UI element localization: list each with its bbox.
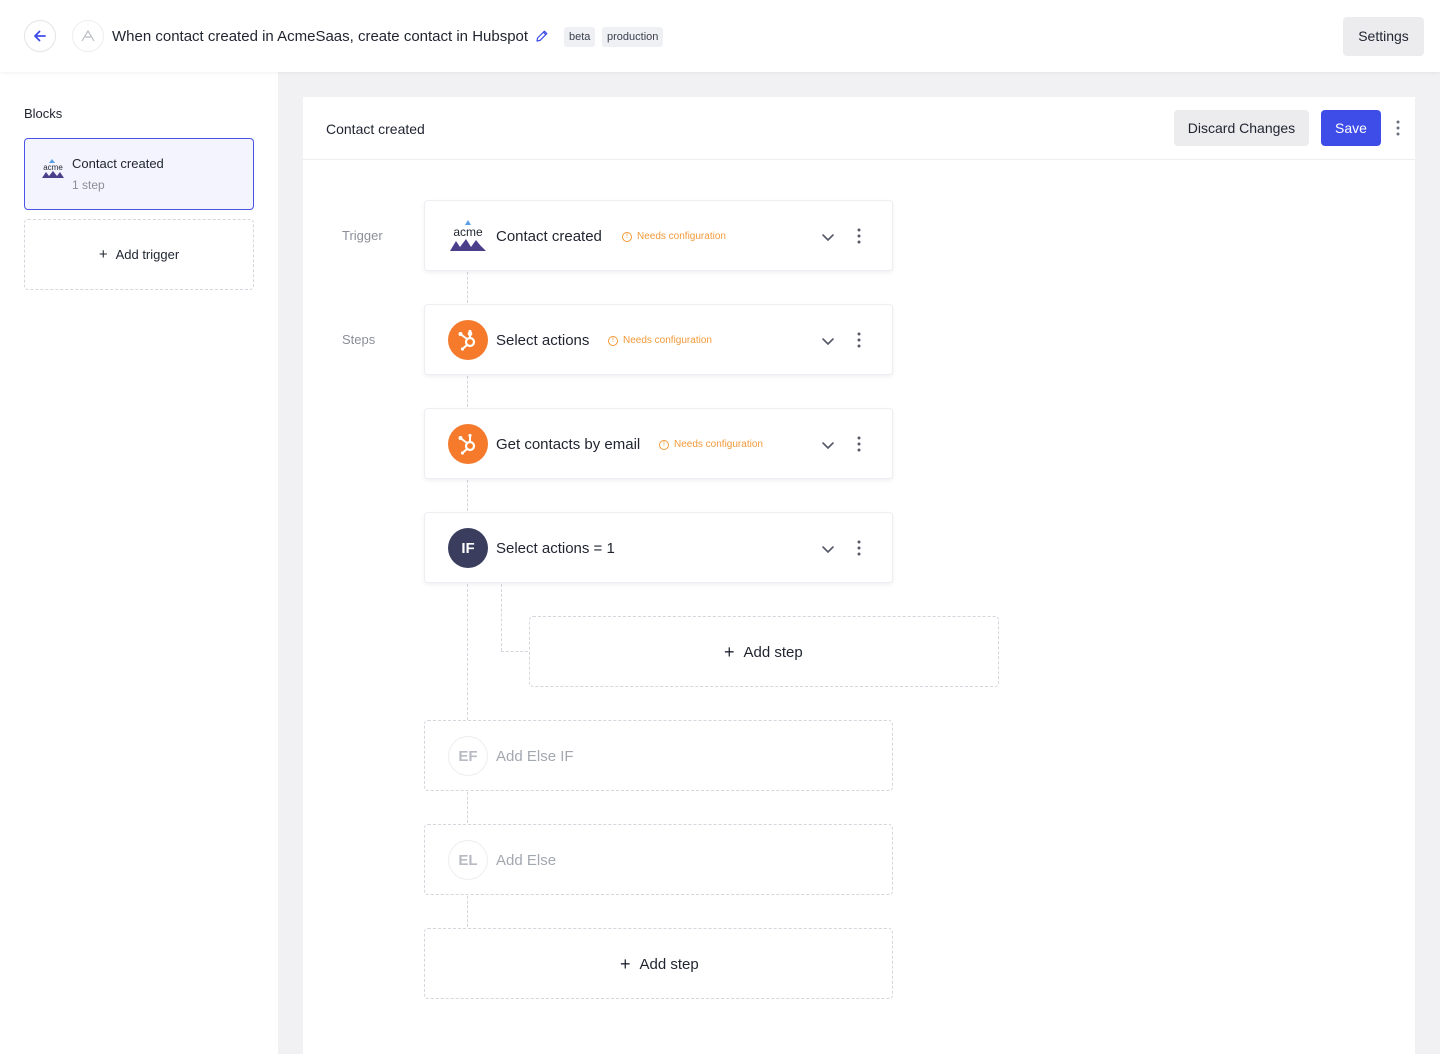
info-icon: !	[622, 231, 632, 242]
info-icon: !	[608, 335, 618, 346]
add-step-text: Add step	[639, 956, 699, 973]
connector-line	[467, 272, 468, 303]
trigger-step-card[interactable]: acme Contact created ! Needs configurati…	[424, 200, 893, 271]
plus-icon: +	[620, 954, 631, 974]
blocks-sidebar: Blocks acme Contact created 1 step + Add…	[0, 72, 278, 1054]
condition-card-if[interactable]: IF Select actions = 1	[424, 512, 893, 583]
more-options-icon[interactable]	[856, 332, 862, 348]
trigger-label: Trigger	[342, 228, 383, 243]
more-options-icon[interactable]	[856, 540, 862, 556]
mountain-icon	[81, 30, 95, 42]
chevron-down-icon[interactable]	[821, 230, 835, 244]
add-else-if-label: Add Else IF	[496, 748, 574, 765]
workflow-title: When contact created in AcmeSaas, create…	[112, 28, 529, 45]
more-options-icon[interactable]	[856, 436, 862, 452]
blocks-heading: Blocks	[24, 106, 63, 121]
chevron-down-icon[interactable]	[821, 334, 835, 348]
needs-configuration-warning: ! Needs configuration	[622, 231, 726, 242]
add-else-label: Add Else	[496, 852, 557, 869]
acme-logo-icon: acme	[448, 216, 488, 256]
else-if-badge: EF	[448, 736, 488, 776]
step-name: Get contacts by email	[496, 436, 641, 453]
settings-button[interactable]: Settings	[1343, 17, 1424, 56]
warning-text: Needs configuration	[674, 439, 763, 450]
tag-beta: beta	[564, 27, 596, 47]
block-card-contact-created[interactable]: acme Contact created 1 step	[24, 138, 254, 210]
svg-text:acme: acme	[453, 225, 483, 239]
connector-line	[467, 792, 468, 823]
info-icon: !	[659, 439, 669, 450]
step-card-select-actions[interactable]: Select actions ! Needs configuration	[424, 304, 893, 375]
else-badge: EL	[448, 840, 488, 880]
save-button[interactable]: Save	[1321, 110, 1381, 146]
block-step-count: 1 step	[72, 178, 105, 192]
plus-icon: +	[724, 642, 735, 662]
chevron-down-icon[interactable]	[821, 438, 835, 452]
chevron-down-icon[interactable]	[821, 542, 835, 556]
tag-production: production	[602, 27, 664, 47]
if-badge: IF	[448, 528, 488, 568]
connector-line	[467, 480, 468, 511]
workflow-editor: Contact created Discard Changes Save Tri…	[303, 97, 1415, 1054]
add-step-label: + Add step	[620, 954, 699, 974]
editor-title: Contact created	[326, 121, 425, 137]
plus-icon: +	[98, 246, 108, 263]
connector-line	[467, 376, 468, 407]
add-step-button[interactable]: + Add step	[424, 928, 893, 999]
add-trigger-button[interactable]: + Add trigger	[24, 219, 254, 290]
needs-configuration-warning: ! Needs configuration	[659, 439, 763, 450]
add-else-if-button[interactable]: EF Add Else IF	[424, 720, 893, 791]
more-options-icon[interactable]	[856, 228, 862, 244]
workflow-app-icon	[72, 20, 104, 52]
branch-add-step-button[interactable]: + Add step	[529, 616, 999, 687]
add-else-button[interactable]: EL Add Else	[424, 824, 893, 895]
warning-text: Needs configuration	[623, 335, 712, 346]
svg-text:acme: acme	[43, 163, 63, 172]
step-card-get-contacts-by-email[interactable]: Get contacts by email ! Needs configurat…	[424, 408, 893, 479]
branch-connector-line	[501, 651, 528, 652]
top-bar: When contact created in AcmeSaas, create…	[0, 0, 1440, 72]
block-title: Contact created	[72, 156, 164, 171]
more-options-icon[interactable]	[1394, 119, 1402, 137]
discard-changes-button[interactable]: Discard Changes	[1174, 110, 1309, 146]
connector-line	[467, 584, 468, 720]
editor-header: Contact created Discard Changes Save	[303, 97, 1415, 160]
add-step-text: Add step	[743, 644, 803, 661]
step-name: Select actions	[496, 332, 590, 349]
back-button[interactable]	[24, 20, 56, 52]
trigger-step-name: Contact created	[496, 228, 602, 245]
hubspot-icon	[448, 320, 488, 360]
connector-line	[467, 896, 468, 927]
branch-add-step-label: + Add step	[724, 642, 803, 662]
hubspot-icon	[448, 424, 488, 464]
needs-configuration-warning: ! Needs configuration	[608, 335, 712, 346]
acme-logo-icon: acme	[42, 159, 64, 178]
arrow-left-icon	[34, 30, 46, 42]
add-trigger-label: Add trigger	[115, 247, 180, 262]
branch-connector-line	[501, 584, 502, 651]
condition-name: Select actions = 1	[496, 540, 615, 557]
pencil-icon[interactable]	[535, 29, 549, 43]
steps-label: Steps	[342, 332, 376, 347]
warning-text: Needs configuration	[637, 231, 726, 242]
